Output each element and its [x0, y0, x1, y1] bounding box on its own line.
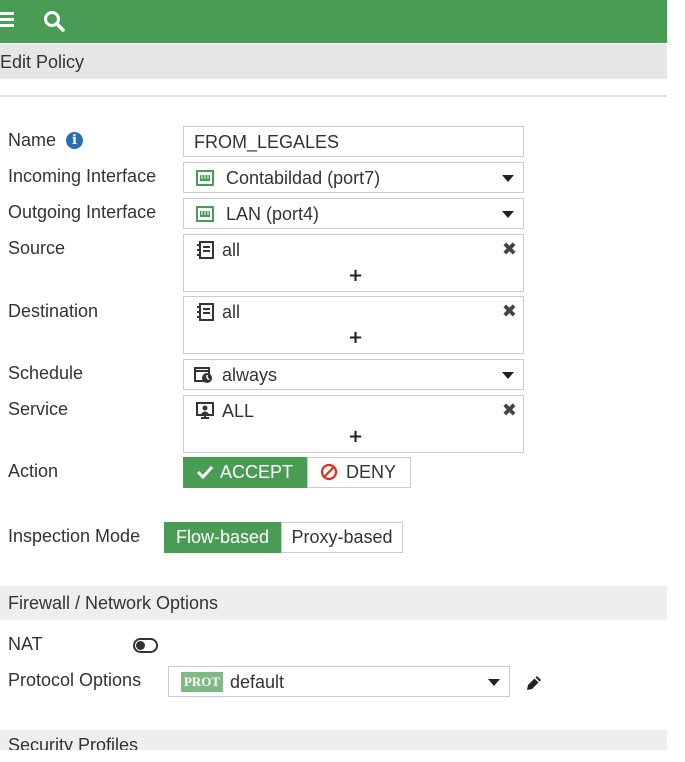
name-input[interactable]: FROM_LEGALES	[183, 126, 524, 157]
schedule-icon	[194, 367, 212, 383]
proxy-based-button[interactable]: Proxy-based	[281, 522, 403, 553]
action-label: Action	[8, 461, 59, 481]
name-input-value: FROM_LEGALES	[194, 132, 340, 152]
schedule-select[interactable]: always	[183, 359, 524, 390]
deny-icon	[320, 463, 338, 481]
page-header: Edit Policy	[0, 44, 667, 79]
source-label: Source	[8, 238, 66, 258]
remove-destination-button[interactable]: ✖	[502, 301, 517, 322]
nat-toggle[interactable]	[133, 638, 158, 653]
firewall-network-options-section: Firewall / Network Options	[0, 586, 667, 620]
chevron-down-icon	[502, 211, 514, 218]
deny-label: DENY	[346, 462, 397, 482]
destination-value: all	[222, 302, 241, 322]
deny-button[interactable]: DENY	[307, 457, 411, 488]
destination-field[interactable]: all ✖ +	[183, 296, 524, 354]
source-field[interactable]: all ✖ +	[183, 234, 524, 292]
address-icon	[197, 303, 214, 321]
protocol-options-label: Protocol Options	[8, 670, 142, 690]
checkmark-icon	[196, 465, 214, 480]
info-icon[interactable]: i	[66, 132, 84, 149]
nat-label: NAT	[8, 634, 43, 654]
name-label: Name i	[8, 130, 84, 151]
prot-badge: PROT	[181, 672, 223, 692]
port-icon	[196, 206, 214, 222]
chevron-down-icon	[502, 175, 514, 182]
service-value: ALL	[222, 401, 255, 421]
service-field[interactable]: ALL ✖ +	[183, 395, 524, 453]
inspection-mode-toggle-group: Flow-based Proxy-based	[164, 522, 403, 553]
service-label: Service	[8, 399, 69, 419]
incoming-interface-label: Incoming Interface	[8, 166, 157, 186]
action-toggle-group: ACCEPT DENY	[183, 457, 411, 488]
remove-source-button[interactable]: ✖	[502, 239, 517, 260]
add-source-button[interactable]: +	[348, 265, 363, 286]
hamburger-menu-icon[interactable]	[0, 12, 14, 28]
section-title: Security Profiles	[8, 735, 139, 750]
inspection-mode-label: Inspection Mode	[8, 526, 141, 546]
outgoing-interface-label: Outgoing Interface	[8, 202, 157, 222]
security-profiles-section: Security Profiles	[0, 730, 667, 750]
schedule-value: always	[222, 365, 278, 385]
flow-based-button[interactable]: Flow-based	[164, 522, 281, 553]
outgoing-interface-value: LAN (port4)	[226, 204, 320, 224]
outgoing-interface-select[interactable]: LAN (port4)	[183, 198, 524, 229]
remove-service-button[interactable]: ✖	[502, 400, 517, 421]
destination-label: Destination	[8, 301, 99, 321]
toggle-knob	[136, 641, 145, 650]
section-title: Firewall / Network Options	[8, 593, 219, 613]
top-bar	[0, 0, 667, 43]
incoming-interface-value: Contabildad (port7)	[226, 168, 381, 188]
name-label-text: Name	[8, 130, 57, 150]
incoming-interface-select[interactable]: Contabildad (port7)	[183, 162, 524, 193]
accept-button[interactable]: ACCEPT	[183, 457, 307, 488]
accept-label: ACCEPT	[220, 462, 294, 482]
chevron-down-icon	[488, 679, 500, 686]
add-service-button[interactable]: +	[348, 426, 363, 447]
port-icon	[196, 170, 214, 186]
schedule-label: Schedule	[8, 363, 84, 383]
protocol-options-value: default	[230, 672, 285, 692]
address-icon	[197, 241, 214, 259]
chevron-down-icon	[502, 372, 514, 379]
header-divider	[0, 95, 667, 97]
add-destination-button[interactable]: +	[348, 327, 363, 348]
service-icon	[196, 402, 214, 419]
edit-pencil-icon[interactable]	[524, 673, 544, 693]
source-value: all	[222, 240, 241, 260]
protocol-options-select[interactable]: PROT default	[168, 666, 510, 697]
search-icon[interactable]	[42, 9, 66, 33]
page-title: Edit Policy	[0, 52, 85, 72]
